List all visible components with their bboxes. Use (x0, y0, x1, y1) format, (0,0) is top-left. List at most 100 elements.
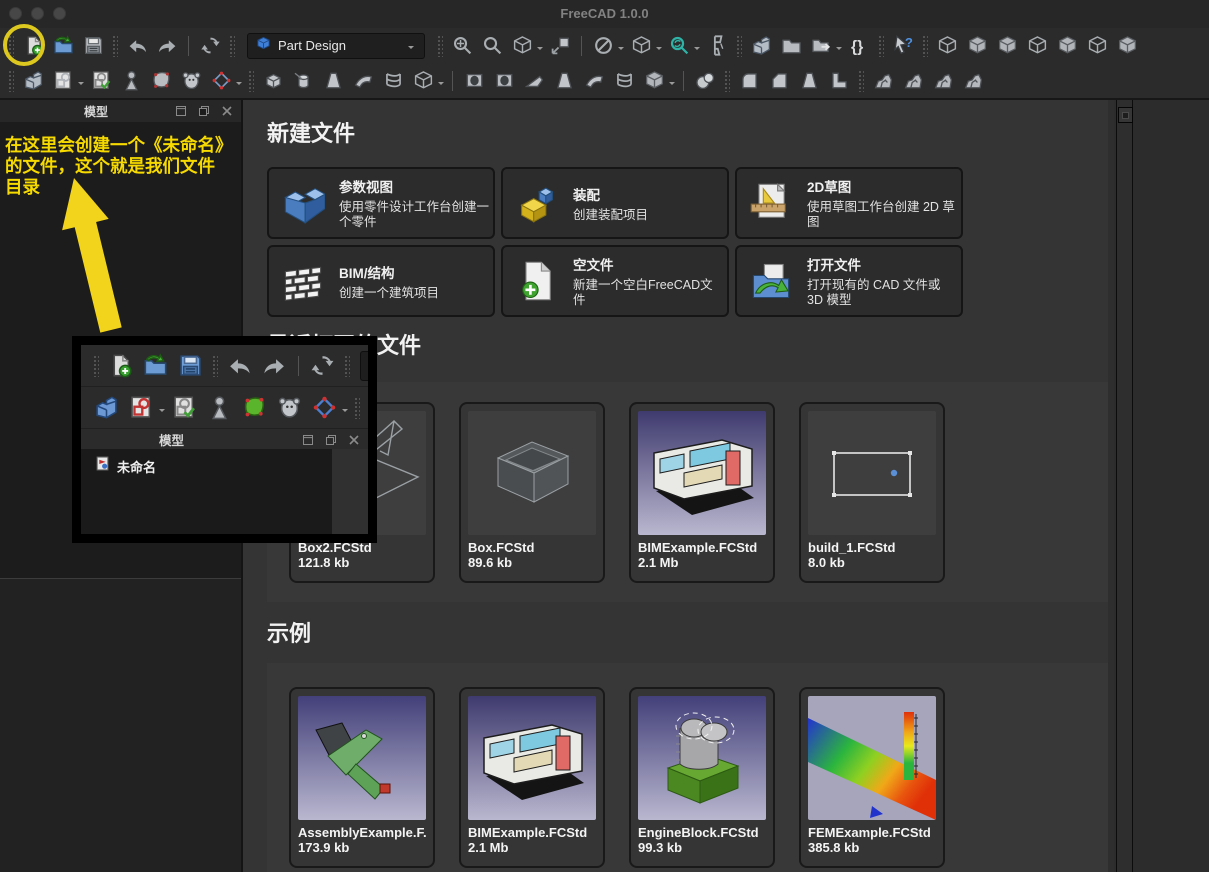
draw-style-icon[interactable] (588, 32, 618, 59)
subtractive-loft-icon[interactable] (549, 67, 579, 94)
scrollbar-track[interactable] (1116, 100, 1133, 872)
fit-all-icon[interactable] (447, 32, 477, 59)
polar-pattern-icon[interactable] (928, 67, 958, 94)
save-icon[interactable] (78, 32, 108, 59)
hole-icon[interactable] (489, 67, 519, 94)
whats-this-icon[interactable]: ? (888, 32, 918, 59)
groove-icon[interactable] (519, 67, 549, 94)
example-file-card[interactable]: AssemblyExample.F... 173.9 kb (289, 687, 435, 868)
axonometric-view-icon[interactable] (507, 32, 537, 59)
save-icon (173, 350, 208, 381)
view-front-icon[interactable] (962, 32, 992, 59)
open-file-icon (138, 350, 173, 381)
drag-handle (724, 70, 730, 92)
scrollbar-up-button[interactable] (1118, 107, 1133, 123)
file-size: 385.8 kb (808, 840, 936, 855)
recent-files-panel: Box2.FCStd 121.8 kb Box.FCStd 89.6 kb (267, 382, 1108, 602)
measure-icon[interactable] (702, 32, 732, 59)
subtractive-helix-icon[interactable] (609, 67, 639, 94)
fillet-icon[interactable] (734, 67, 764, 94)
card-desc: 创建一个建筑项目 (339, 286, 491, 301)
additive-loft-icon[interactable] (318, 67, 348, 94)
file-size: 99.3 kb (638, 840, 766, 855)
recent-file-card[interactable]: BIMExample.FCStd 2.1 Mb (629, 402, 775, 583)
recent-file-card[interactable]: build_1.FCStd 8.0 kb (799, 402, 945, 583)
workbench-partdesign-icon (256, 36, 271, 56)
dock-view-icon[interactable] (545, 32, 575, 59)
svg-text:{}: {} (850, 38, 862, 55)
mirrored-icon[interactable] (868, 67, 898, 94)
view-right-icon[interactable] (1022, 32, 1052, 59)
refresh-icon (305, 350, 340, 381)
redo-icon[interactable] (152, 32, 182, 59)
multitransform-icon[interactable] (958, 67, 988, 94)
panel-close-icon[interactable] (218, 104, 235, 118)
sketch-2d-icon (749, 181, 793, 225)
toolbar-separator (581, 36, 582, 56)
dropdown-arrow-icon (836, 47, 842, 53)
additive-helix-icon[interactable] (378, 67, 408, 94)
panel-float-icon[interactable] (195, 104, 212, 118)
subshapebinder-icon[interactable] (146, 67, 176, 94)
part-icon[interactable] (746, 32, 776, 59)
additive-primitive-icon[interactable] (408, 67, 438, 94)
sync-view-icon[interactable] (664, 32, 694, 59)
zoom-selection-icon[interactable] (477, 32, 507, 59)
linear-pattern-icon[interactable] (898, 67, 928, 94)
macro-icon[interactable]: {} (844, 32, 874, 59)
recent-file-card[interactable]: Box.FCStd 89.6 kb (459, 402, 605, 583)
group-icon[interactable] (776, 32, 806, 59)
drag-handle (248, 70, 254, 92)
export-icon[interactable] (806, 32, 836, 59)
title-bar: FreeCAD 1.0.0 (0, 0, 1209, 29)
workbench-selector[interactable]: Part Design (247, 33, 425, 59)
undo-icon[interactable] (122, 32, 152, 59)
additive-pipe-icon[interactable] (348, 67, 378, 94)
view-left-icon[interactable] (1112, 32, 1142, 59)
clone-icon[interactable] (176, 67, 206, 94)
file-name: Box.FCStd (468, 540, 596, 555)
freecad-document-icon (95, 456, 110, 476)
open-file-icon[interactable] (48, 32, 78, 59)
thickness-icon[interactable] (824, 67, 854, 94)
validate-sketch-icon[interactable] (86, 67, 116, 94)
file-name: FEMExample.FCStd (808, 825, 936, 840)
draft-icon[interactable] (794, 67, 824, 94)
card-assembly[interactable]: 装配 创建装配项目 (501, 167, 729, 239)
dropdown-arrow-icon (78, 82, 84, 88)
inset-screenshot: Pa 模型 未命名 (72, 336, 377, 543)
view-top-icon[interactable] (992, 32, 1022, 59)
viewpoint-icon[interactable] (626, 32, 656, 59)
card-parametric-part[interactable]: 参数视图 使用零件设计工作台创建一个零件 (267, 167, 495, 239)
chamfer-icon[interactable] (764, 67, 794, 94)
create-sketch-icon[interactable] (48, 67, 78, 94)
shapebinder-icon[interactable] (116, 67, 146, 94)
card-2d-sketch[interactable]: 2D草图 使用草图工作台创建 2D 草图 (735, 167, 963, 239)
boolean-icon[interactable] (690, 67, 720, 94)
example-file-card[interactable]: EngineBlock.FCStd 99.3 kb (629, 687, 775, 868)
subtractive-pipe-icon[interactable] (579, 67, 609, 94)
view-bottom-icon[interactable] (1082, 32, 1112, 59)
view-rear-icon[interactable] (1052, 32, 1082, 59)
document-name: 未命名 (117, 457, 156, 476)
create-datum-icon[interactable] (206, 67, 236, 94)
drag-handle (112, 35, 118, 57)
revolution-icon[interactable] (288, 67, 318, 94)
body-icon[interactable] (18, 67, 48, 94)
dropdown-arrow-icon (694, 47, 700, 53)
pad-icon[interactable] (258, 67, 288, 94)
subtractive-primitive-icon[interactable] (639, 67, 669, 94)
example-file-card[interactable]: BIMExample.FCStd 2.1 Mb (459, 687, 605, 868)
view-axonometric-icon[interactable] (932, 32, 962, 59)
panel-close-icon (345, 433, 362, 447)
example-file-card[interactable]: FEMExample.FCStd 385.8 kb (799, 687, 945, 868)
panel-minimize-icon[interactable] (172, 104, 189, 118)
examples-panel: AssemblyExample.F... 173.9 kb BIMExample… (267, 663, 1108, 872)
card-open-file[interactable]: 打开文件 打开现有的 CAD 文件或 3D 模型 (735, 245, 963, 317)
refresh-icon[interactable] (195, 32, 225, 59)
card-bim-structure[interactable]: BIM/结构 创建一个建筑项目 (267, 245, 495, 317)
vertical-scrollbar[interactable] (1114, 100, 1134, 872)
file-name: AssemblyExample.F... (298, 825, 426, 840)
pocket-icon[interactable] (459, 67, 489, 94)
card-empty-file[interactable]: 空文件 新建一个空白FreeCAD文件 (501, 245, 729, 317)
